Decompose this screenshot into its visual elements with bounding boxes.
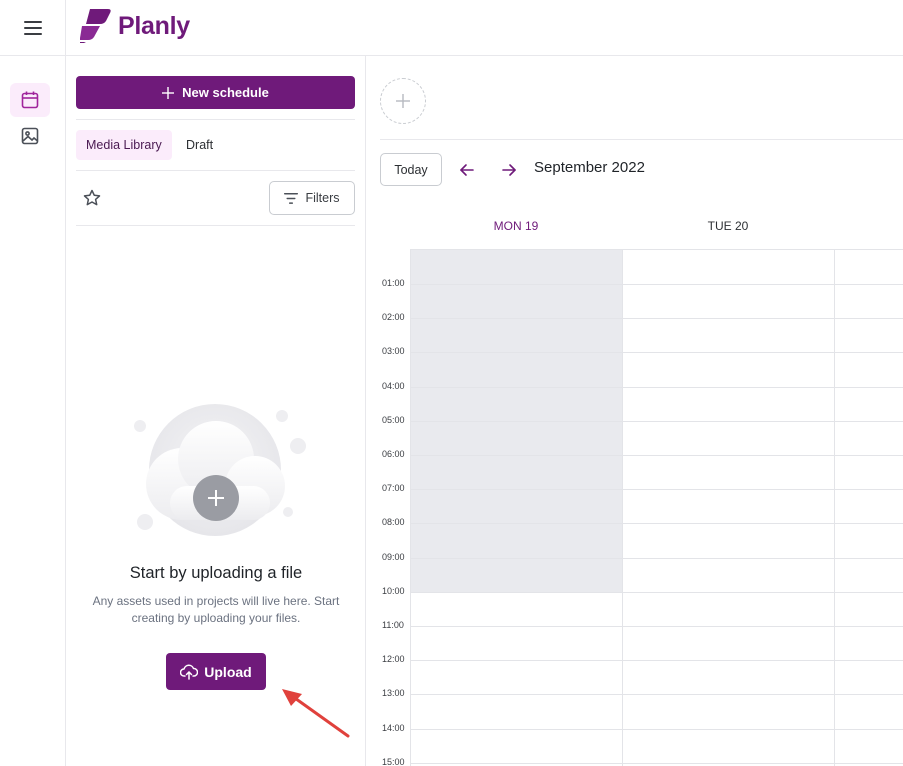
- hour-row-line: [410, 694, 903, 696]
- arrow-left-icon[interactable]: [458, 161, 476, 179]
- annotation-arrow-icon: [282, 689, 350, 738]
- time-label: 15:00: [382, 756, 405, 766]
- arrow-right-icon[interactable]: [500, 161, 518, 179]
- hour-row-line: [410, 489, 903, 491]
- time-label: 04:00: [382, 380, 405, 391]
- column-line: [410, 250, 411, 766]
- month-label: September 2022: [534, 159, 645, 176]
- time-label: 03:00: [382, 346, 405, 357]
- time-label: 12:00: [382, 654, 405, 665]
- filter-icon: [284, 192, 299, 204]
- calendar-icon: [21, 91, 39, 109]
- tab-draft[interactable]: Draft: [176, 130, 223, 160]
- star-icon: [83, 189, 101, 206]
- hour-row-line: [410, 660, 903, 662]
- top-bar: Planly: [0, 0, 903, 56]
- time-label: 13:00: [382, 688, 405, 699]
- day-header-mon: MON 19: [493, 219, 539, 233]
- time-label: 05:00: [382, 414, 405, 425]
- favorites-button[interactable]: [82, 188, 102, 208]
- divider: [380, 139, 903, 140]
- time-label: 08:00: [382, 517, 405, 528]
- upload-label: Upload: [204, 663, 252, 680]
- divider: [76, 119, 355, 120]
- image-icon: [21, 127, 39, 145]
- time-label: 09:00: [382, 551, 405, 562]
- time-label: 07:00: [382, 483, 405, 494]
- cloud-upload-icon: [180, 664, 199, 680]
- today-button[interactable]: Today: [380, 153, 442, 186]
- planly-logo-icon: [80, 9, 111, 43]
- time-label: 14:00: [382, 722, 405, 733]
- divider: [76, 170, 355, 171]
- filters-label: Filters: [305, 191, 340, 205]
- tab-label: Media Library: [86, 138, 162, 152]
- hour-row-line: [410, 762, 903, 764]
- column-line: [622, 250, 623, 766]
- menu-button[interactable]: [0, 0, 66, 56]
- calendar-area: Today September 2022 MON 19 TUE 20 01:00…: [366, 56, 903, 766]
- time-label: 01:00: [382, 278, 405, 288]
- hour-row-line: [410, 352, 903, 354]
- hour-row-line: [410, 284, 903, 285]
- hour-row-line: [410, 455, 903, 456]
- upload-button[interactable]: Upload: [166, 653, 266, 690]
- time-label: 11:00: [382, 620, 404, 630]
- hour-row-line: [410, 420, 903, 422]
- hour-row-line: [410, 591, 903, 593]
- today-label: Today: [394, 162, 428, 177]
- day-header-tue: TUE 20: [707, 219, 749, 233]
- rail-item-calendar[interactable]: [10, 83, 50, 117]
- hour-row-line: [410, 626, 903, 627]
- media-panel: New schedule Media Library Draft Filters: [66, 56, 366, 766]
- plus-icon: [396, 94, 410, 108]
- tab-media-library[interactable]: Media Library: [76, 130, 172, 160]
- time-label: 02:00: [382, 312, 405, 323]
- hamburger-icon: [23, 21, 42, 35]
- new-schedule-label: New schedule: [182, 85, 269, 100]
- new-schedule-button[interactable]: New schedule: [76, 76, 355, 109]
- divider: [76, 225, 355, 226]
- week-grid[interactable]: [410, 249, 903, 766]
- hour-row-line: [410, 728, 903, 730]
- time-label: 06:00: [382, 449, 405, 459]
- time-label: 10:00: [382, 585, 405, 596]
- icon-rail: [0, 56, 66, 766]
- tab-label: Draft: [186, 138, 214, 152]
- column-line: [834, 250, 835, 766]
- hour-row-line: [410, 386, 903, 388]
- plus-icon: [162, 86, 175, 99]
- rail-item-media[interactable]: [10, 119, 50, 153]
- hour-row-line: [410, 318, 903, 320]
- empty-state-subtitle: Any assets used in projects will live he…: [92, 594, 340, 625]
- hour-row-line: [410, 523, 903, 525]
- hour-row-line: [410, 557, 903, 559]
- brand[interactable]: Planly: [80, 8, 190, 44]
- brand-name: Planly: [118, 11, 190, 40]
- cloud-upload-illustration: [134, 404, 306, 536]
- empty-state-title: Start by uploading a file: [129, 564, 303, 582]
- filters-button[interactable]: Filters: [269, 181, 355, 215]
- add-profile-button[interactable]: [380, 78, 426, 124]
